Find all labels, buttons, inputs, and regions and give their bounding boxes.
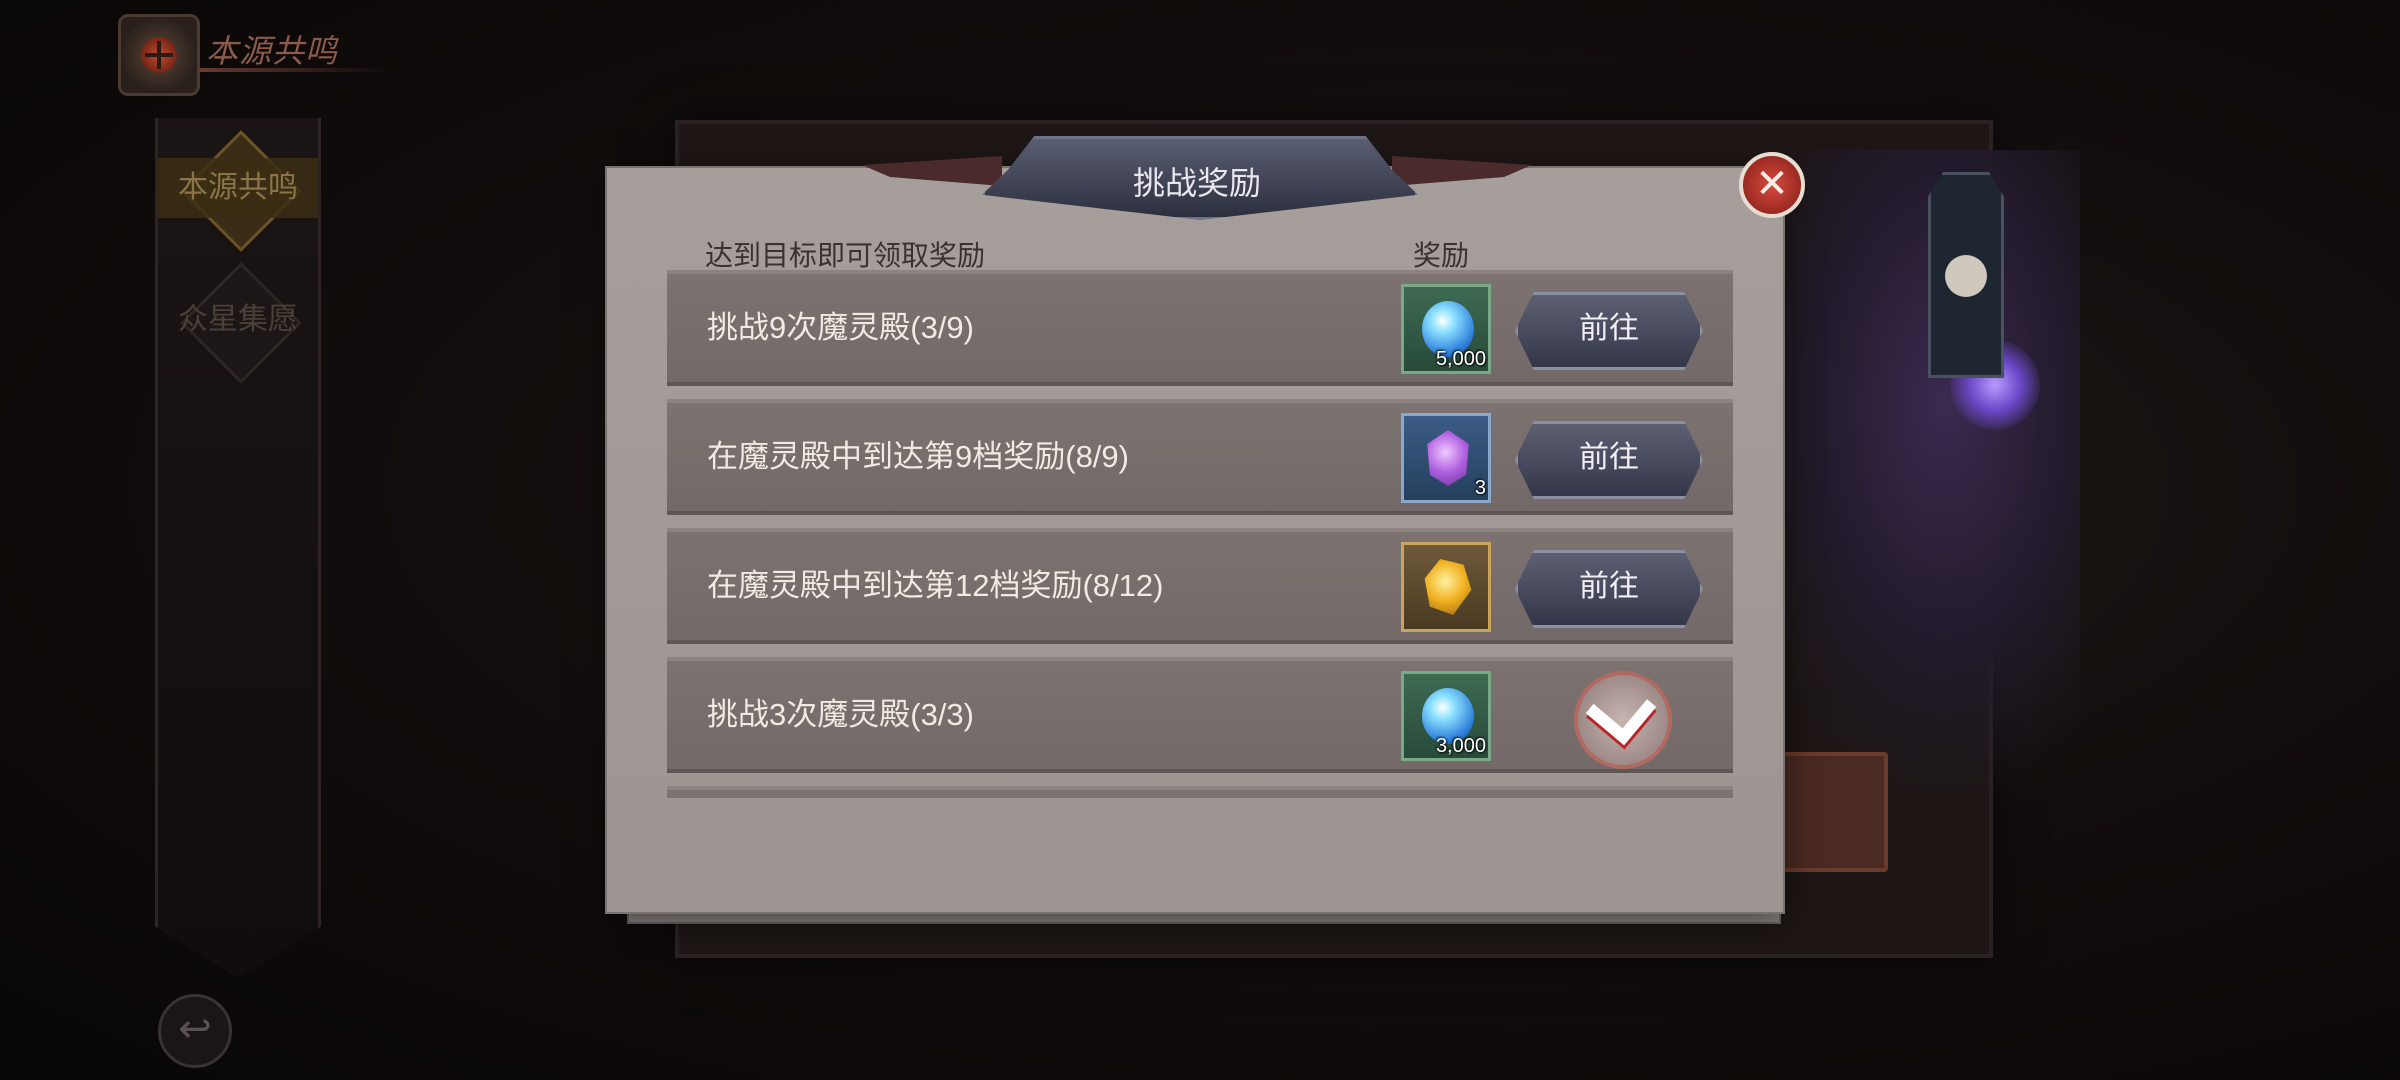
reward-item[interactable]: 5,000 — [1401, 284, 1491, 374]
amber-crystal-icon — [1424, 559, 1472, 615]
go-button[interactable]: 前往 — [1515, 550, 1703, 628]
dialog-title: 挑战奖励 — [1132, 165, 1261, 201]
page-header: 本源共鸣 — [118, 6, 388, 96]
scroll-tag-icon[interactable] — [1928, 172, 2004, 378]
purple-crystal-icon — [1427, 430, 1469, 486]
back-arrow-icon: ↩ — [178, 1007, 212, 1051]
sidebar-item-star-wish[interactable]: 众星集愿 — [158, 262, 318, 384]
close-button[interactable]: ✕ — [1739, 152, 1805, 218]
background-frame-ornament — [1770, 752, 1888, 872]
challenge-reward-dialog: 挑战奖励 ✕ 达到目标即可领取奖励 奖励 挑战9次魔灵殿(3/9) 5,000 … — [605, 136, 1805, 924]
close-icon: ✕ — [1755, 162, 1789, 206]
character-art — [1740, 150, 2080, 790]
page-title: 本源共鸣 — [206, 33, 339, 69]
reward-item[interactable] — [1401, 542, 1491, 632]
task-label: 挑战3次魔灵殿(3/3) — [707, 697, 974, 732]
task-label: 在魔灵殿中到达第9档奖励(8/9) — [707, 439, 1129, 474]
reward-item[interactable]: 3,000 — [1401, 671, 1491, 761]
go-button[interactable]: 前往 — [1515, 292, 1703, 370]
side-nav: 本源共鸣 众星集愿 — [155, 118, 321, 978]
sidebar-item-label: 本源共鸣 — [158, 158, 318, 218]
task-label: 挑战9次魔灵殿(3/9) — [707, 310, 974, 345]
resonance-emblem-icon — [118, 14, 200, 96]
bat-wing-left-icon — [862, 156, 1002, 186]
list-item: 在魔灵殿中到达第12档奖励(8/12) 前往 — [667, 528, 1733, 644]
list-item — [667, 786, 1733, 798]
sidebar-item-resonance[interactable]: 本源共鸣 — [158, 130, 318, 252]
reward-list[interactable]: 挑战9次魔灵殿(3/9) 5,000 前往 在魔灵殿中到达第9档奖励(8/9) … — [667, 270, 1733, 798]
task-label: 在魔灵殿中到达第12档奖励(8/12) — [707, 568, 1164, 603]
completed-check-icon — [1574, 671, 1672, 769]
sidebar-item-label: 众星集愿 — [178, 303, 298, 336]
dialog-paper: 挑战奖励 ✕ 达到目标即可领取奖励 奖励 挑战9次魔灵殿(3/9) 5,000 … — [605, 136, 1805, 914]
list-item: 挑战9次魔灵殿(3/9) 5,000 前往 — [667, 270, 1733, 386]
list-item: 在魔灵殿中到达第9档奖励(8/9) 3 前往 — [667, 399, 1733, 515]
reward-column-header: 奖励 — [1413, 240, 1470, 271]
task-column-header: 达到目标即可领取奖励 — [705, 240, 986, 271]
reward-count: 3 — [1474, 477, 1486, 499]
reward-count: 5,000 — [1435, 348, 1486, 370]
back-button[interactable]: ↩ — [158, 994, 232, 1068]
bat-wing-right-icon — [1392, 156, 1532, 186]
reward-count: 3,000 — [1435, 735, 1486, 757]
dialog-title-banner: 挑战奖励 — [862, 136, 1532, 220]
list-item: 挑战3次魔灵殿(3/3) 3,000 — [667, 657, 1733, 773]
reward-item[interactable]: 3 — [1401, 413, 1491, 503]
go-button[interactable]: 前往 — [1515, 421, 1703, 499]
